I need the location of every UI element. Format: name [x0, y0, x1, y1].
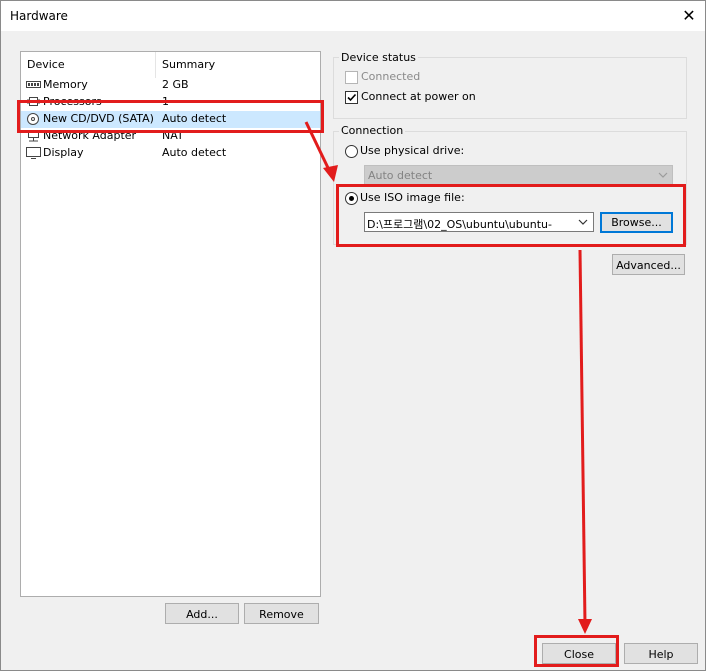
annotation-arrow: [578, 249, 587, 625]
annotation-arrowhead: [578, 619, 592, 634]
annotation-arrowhead: [323, 165, 338, 182]
annotation-arrow: [304, 121, 332, 173]
annotation-arrows: [304, 121, 592, 634]
